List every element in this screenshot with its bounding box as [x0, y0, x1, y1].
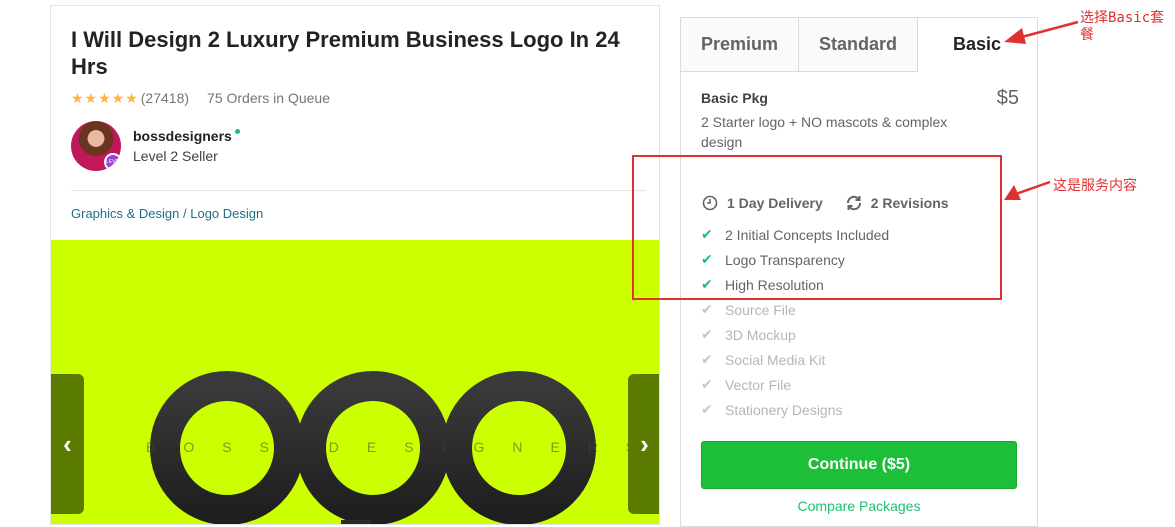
breadcrumb-subcategory[interactable]: Logo Design — [190, 206, 263, 221]
watermark-text: BOSS DESIGNERS — [146, 439, 660, 455]
seller-level-badge-icon: LEVEL TWO — [104, 153, 121, 171]
check-icon: ✔ — [701, 376, 713, 392]
gig-card: I Will Design 2 Luxury Premium Business … — [50, 5, 660, 525]
gig-gallery[interactable]: BOSS DESIGNERS ‹ › — [51, 240, 660, 524]
gallery-prev-button[interactable]: ‹ — [51, 374, 84, 514]
orders-in-queue: 75 Orders in Queue — [207, 90, 330, 106]
package-header: Basic Pkg $5 — [701, 87, 1019, 110]
feature-label: Source File — [725, 301, 796, 318]
rating-count[interactable]: (27418) — [141, 90, 189, 106]
seller-level: Level 2 Seller — [133, 148, 218, 164]
highlight-box — [632, 155, 1002, 300]
seller-info: bossdesigners Level 2 Seller — [133, 128, 240, 164]
seller-row: LEVEL TWO bossdesigners Level 2 Seller — [71, 120, 240, 172]
package-price: $5 — [996, 87, 1019, 109]
divider — [71, 190, 646, 191]
tab-standard[interactable]: Standard — [799, 18, 918, 72]
check-icon: ✔ — [701, 401, 713, 417]
feature-label: Social Media Kit — [725, 351, 826, 368]
package-tabs: Premium Standard Basic — [681, 18, 1037, 72]
compare-packages-link[interactable]: Compare Packages — [681, 498, 1037, 514]
check-icon: ✔ — [701, 301, 713, 317]
star-rating-icon: ★★★★★ — [71, 89, 139, 106]
continue-button[interactable]: Continue ($5) — [701, 441, 1017, 489]
breadcrumb: Graphics & Design / Logo Design — [71, 206, 263, 221]
feature-label: 3D Mockup — [725, 326, 796, 343]
feature-item: ✔ 3D Mockup — [701, 322, 889, 347]
breadcrumb-category[interactable]: Graphics & Design — [71, 206, 179, 221]
feature-item: ✔ Stationery Designs — [701, 397, 889, 422]
check-icon: ✔ — [701, 326, 713, 342]
feature-item: ✔ Source File — [701, 297, 889, 322]
online-status-icon — [234, 129, 240, 134]
tab-premium[interactable]: Premium — [681, 18, 799, 72]
package-description: 2 Starter logo + NO mascots & complex de… — [701, 114, 948, 150]
gallery-next-button[interactable]: › — [628, 374, 659, 514]
check-icon: ✔ — [701, 351, 713, 367]
seller-avatar[interactable]: LEVEL TWO — [71, 121, 121, 171]
feature-item: ✔ Social Media Kit — [701, 347, 889, 372]
gig-title: I Will Design 2 Luxury Premium Business … — [71, 27, 620, 79]
package-name: Basic Pkg — [701, 90, 768, 106]
logo-image: BOSS DESIGNERS — [132, 352, 660, 524]
feature-item: ✔ Vector File — [701, 372, 889, 397]
annotation-select-basic: 选择Basic套餐 — [1080, 10, 1165, 43]
tab-basic[interactable]: Basic — [918, 18, 1037, 72]
feature-label: Vector File — [725, 376, 792, 393]
seller-name-row: bossdesigners — [133, 128, 240, 144]
breadcrumb-separator: / — [179, 206, 191, 221]
seller-name[interactable]: bossdesigners — [133, 128, 232, 144]
annotation-service-content: 这是服务内容 — [1053, 178, 1137, 194]
rating-row: ★★★★★ (27418) 75 Orders in Queue — [71, 89, 330, 107]
feature-label: Stationery Designs — [725, 401, 843, 418]
